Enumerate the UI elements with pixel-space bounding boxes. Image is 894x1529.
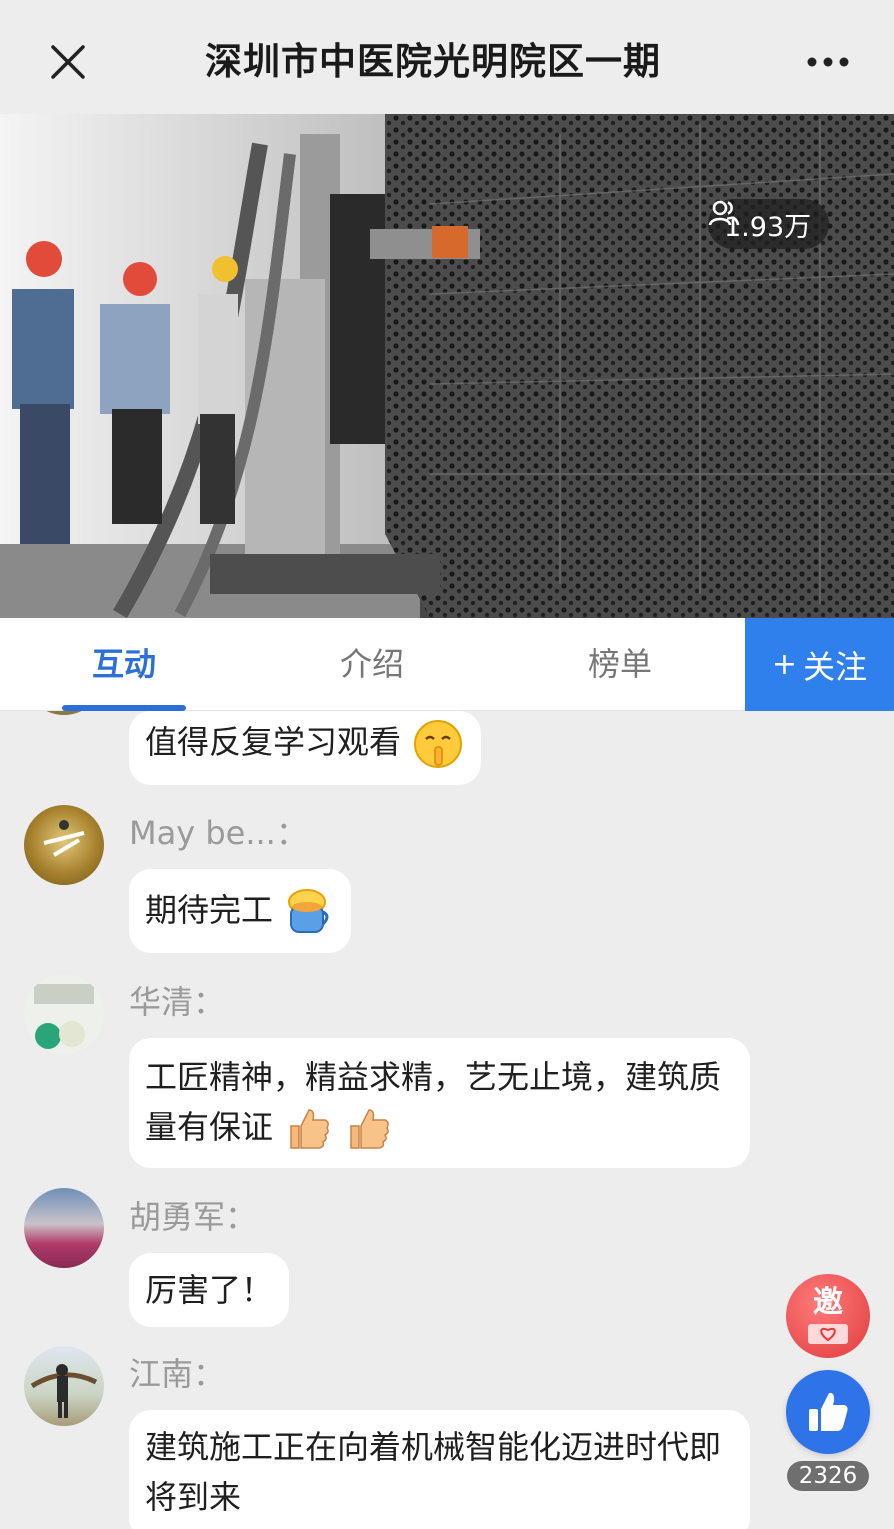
- page-title-text: 深圳市中医院光明院区一期: [205, 40, 661, 83]
- avatar[interactable]: [24, 1346, 104, 1426]
- comment-bubble: 值得反复学习观看: [129, 711, 482, 785]
- viewer-count-badge: 1.93万: [708, 199, 830, 249]
- thumbs-up-emoji-icon: [290, 1109, 330, 1149]
- avatar[interactable]: [24, 805, 104, 885]
- avatar[interactable]: [24, 1188, 104, 1268]
- tab-introduction[interactable]: 介绍: [310, 618, 434, 711]
- shush-face-icon: [414, 720, 463, 768]
- commenter-name: 江南：: [129, 1355, 226, 1393]
- thumbs-up-icon: [809, 1392, 848, 1431]
- comment-list[interactable]: 值得反复学习观看 May be...： 期待完工 华清： 工匠精神，精益求精，艺…: [0, 711, 894, 1529]
- people-icon: [708, 200, 740, 226]
- top-bar: 深圳市中医院光明院区一期: [0, 0, 894, 114]
- tab-interaction[interactable]: 互动: [62, 618, 186, 711]
- invite-button[interactable]: 邀: [786, 1274, 870, 1358]
- like-button[interactable]: [786, 1370, 870, 1454]
- comment-bubble: 期待完工: [129, 869, 352, 953]
- video-frame-image: [0, 114, 894, 618]
- comment-bubble: 建筑施工正在向着机械智能化迈进时代即将到来: [129, 1410, 750, 1529]
- comment-bubble: 工匠精神，精益求精，艺无止境，建筑质量有保证: [129, 1038, 750, 1168]
- live-video-player[interactable]: 1.93万: [0, 114, 894, 618]
- comment-text: 厉害了！: [145, 1271, 274, 1309]
- invite-label: 邀: [813, 1285, 843, 1320]
- page-title: 深圳市中医院光明院区一期: [205, 36, 703, 88]
- commenter-name: 胡勇军：: [129, 1198, 258, 1236]
- comment-text: 工匠精神，精益求精，艺无止境，建筑质量有保证: [145, 1058, 722, 1146]
- tab-ranking[interactable]: 榜单: [558, 618, 682, 711]
- more-button[interactable]: [798, 40, 858, 84]
- follow-label: 关注: [803, 647, 868, 686]
- comment-text: 建筑施工正在向着机械智能化迈进时代即将到来: [145, 1428, 722, 1516]
- avatar[interactable]: [24, 711, 104, 715]
- comment-text: 值得反复学习观看: [145, 723, 402, 761]
- like-count: 2326: [787, 1461, 869, 1491]
- commenter-name: May be...：: [129, 814, 308, 852]
- coffee-cup-icon: [288, 889, 329, 933]
- plus-icon: +: [771, 647, 798, 682]
- comment-bubble: 厉害了！: [129, 1253, 290, 1327]
- close-icon: [51, 45, 85, 79]
- avatar[interactable]: [24, 974, 104, 1054]
- more-dots-icon: [807, 57, 849, 67]
- comment-text: 期待完工: [145, 891, 274, 929]
- close-button[interactable]: [40, 34, 96, 90]
- follow-button[interactable]: + 关注: [745, 618, 894, 711]
- thumbs-up-emoji-icon: [350, 1109, 390, 1149]
- commenter-name: 华清：: [129, 983, 226, 1021]
- heart-envelope-icon: [808, 1324, 848, 1344]
